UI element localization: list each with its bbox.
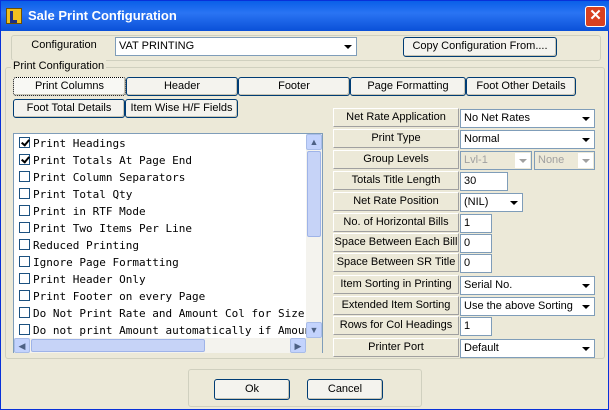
chevron-down-icon[interactable] xyxy=(578,299,593,314)
tab-header[interactable]: Header xyxy=(126,77,238,96)
group-level-select[interactable]: Lvl-1 xyxy=(460,151,532,170)
close-button[interactable]: ✕ xyxy=(585,6,606,27)
rows-col-headings-input[interactable]: 1 xyxy=(460,317,492,336)
print-type-select[interactable]: Normal xyxy=(460,130,595,149)
checkbox[interactable] xyxy=(19,273,30,284)
horizontal-scrollbar[interactable]: ◀ ▶ xyxy=(14,338,306,353)
vertical-scrollbar[interactable]: ▲ ▼ xyxy=(306,134,322,338)
item-sorting-select[interactable]: Serial No. xyxy=(460,276,595,295)
chevron-down-icon[interactable] xyxy=(578,278,593,293)
totals-title-length-label: Totals Title Length xyxy=(333,171,459,190)
list-item[interactable]: Print Headings xyxy=(19,136,126,153)
list-item[interactable]: Print Header Only xyxy=(19,272,146,289)
printer-port-label: Printer Port xyxy=(333,338,459,357)
list-item[interactable]: Print Column Separators xyxy=(19,170,185,187)
print-type-label: Print Type xyxy=(333,129,459,148)
scroll-down-icon[interactable]: ▼ xyxy=(306,322,322,338)
group-level-sub-select[interactable]: None xyxy=(534,151,595,170)
chevron-down-icon[interactable] xyxy=(340,39,355,54)
checkbox[interactable] xyxy=(19,171,30,182)
window-title: Sale Print Configuration xyxy=(28,8,177,23)
ok-button[interactable]: Ok xyxy=(214,379,290,400)
checkbox[interactable] xyxy=(19,188,30,199)
printer-port-select[interactable]: Default xyxy=(460,339,595,358)
net-rate-position-label: Net Rate Position xyxy=(333,192,459,211)
chevron-down-icon[interactable] xyxy=(506,195,521,210)
tab-foot-other-details[interactable]: Foot Other Details xyxy=(466,77,576,96)
list-item[interactable]: Print Two Items Per Line xyxy=(19,221,192,238)
tab-print-columns[interactable]: Print Columns xyxy=(13,77,126,96)
rows-col-headings-label: Rows for Col Headings xyxy=(333,316,459,335)
extended-sorting-label: Extended Item Sorting xyxy=(333,296,459,315)
cancel-button[interactable]: Cancel xyxy=(307,379,383,400)
scroll-thumb[interactable] xyxy=(307,151,321,237)
configuration-select[interactable]: VAT PRINTING xyxy=(115,37,357,56)
options-list[interactable]: Print Headings Print Totals At Page End … xyxy=(13,133,323,353)
scroll-up-icon[interactable]: ▲ xyxy=(306,134,322,150)
totals-title-length-input[interactable]: 30 xyxy=(460,172,508,191)
list-item[interactable]: Do Not Print Rate and Amount Col for Siz… xyxy=(19,306,306,323)
tab-footer[interactable]: Footer xyxy=(238,77,350,96)
net-rate-position-select[interactable]: (NIL) xyxy=(460,193,523,212)
title-bar[interactable]: Sale Print Configuration ✕ xyxy=(1,1,609,31)
scroll-left-icon[interactable]: ◀ xyxy=(14,338,30,353)
net-rate-application-label: Net Rate Application xyxy=(333,108,459,127)
dialog-window: Sale Print Configuration ✕ Configuration… xyxy=(0,0,609,410)
net-rate-application-select[interactable]: No Net Rates xyxy=(460,109,595,128)
space-sr-title-label: Space Between SR Title xyxy=(333,253,459,272)
checkbox[interactable] xyxy=(19,307,30,318)
configuration-label: Configuration xyxy=(14,37,114,56)
print-configuration-label: Print Configuration xyxy=(11,60,107,72)
group-levels-label: Group Levels xyxy=(333,150,459,169)
chevron-down-icon[interactable] xyxy=(578,341,593,356)
chevron-down-icon[interactable] xyxy=(578,132,593,147)
scroll-corner xyxy=(306,338,322,353)
app-icon xyxy=(6,8,22,24)
chevron-down-icon[interactable] xyxy=(578,153,593,168)
list-item[interactable]: Ignore Page Formatting xyxy=(19,255,179,272)
chevron-down-icon[interactable] xyxy=(515,153,530,168)
list-item[interactable]: Print Total Qty xyxy=(19,187,132,204)
list-item[interactable]: Print Totals At Page End xyxy=(19,153,192,170)
chevron-down-icon[interactable] xyxy=(578,111,593,126)
scroll-thumb[interactable] xyxy=(31,339,205,352)
tab-item-wise-fields[interactable]: Item Wise H/F Fields xyxy=(125,99,238,118)
checkbox[interactable] xyxy=(19,222,30,233)
tab-page-formatting[interactable]: Page Formatting xyxy=(350,77,466,96)
item-sorting-label: Item Sorting in Printing xyxy=(333,275,459,294)
scroll-right-icon[interactable]: ▶ xyxy=(290,338,306,353)
space-each-bill-label: Space Between Each Bill xyxy=(333,233,459,252)
space-sr-title-input[interactable]: 0 xyxy=(460,254,492,273)
checkbox[interactable] xyxy=(19,205,30,216)
list-item[interactable]: Reduced Printing xyxy=(19,238,139,255)
list-item[interactable]: Print Footer on every Page xyxy=(19,289,205,306)
checkbox[interactable] xyxy=(19,137,30,148)
checkbox[interactable] xyxy=(19,239,30,250)
checkbox[interactable] xyxy=(19,256,30,267)
copy-configuration-button[interactable]: Copy Configuration From.... xyxy=(403,37,557,57)
checkbox[interactable] xyxy=(19,290,30,301)
horizontal-bills-input[interactable]: 1 xyxy=(460,214,492,233)
checkbox[interactable] xyxy=(19,324,30,335)
checkbox[interactable] xyxy=(19,154,30,165)
configuration-value: VAT PRINTING xyxy=(119,40,195,52)
tab-foot-total-details[interactable]: Foot Total Details xyxy=(13,99,125,118)
horizontal-bills-label: No. of Horizontal Bills xyxy=(333,213,459,232)
space-each-bill-input[interactable]: 0 xyxy=(460,234,492,253)
extended-sorting-select[interactable]: Use the above Sorting xyxy=(460,297,595,316)
list-item[interactable]: Print in RTF Mode xyxy=(19,204,146,221)
